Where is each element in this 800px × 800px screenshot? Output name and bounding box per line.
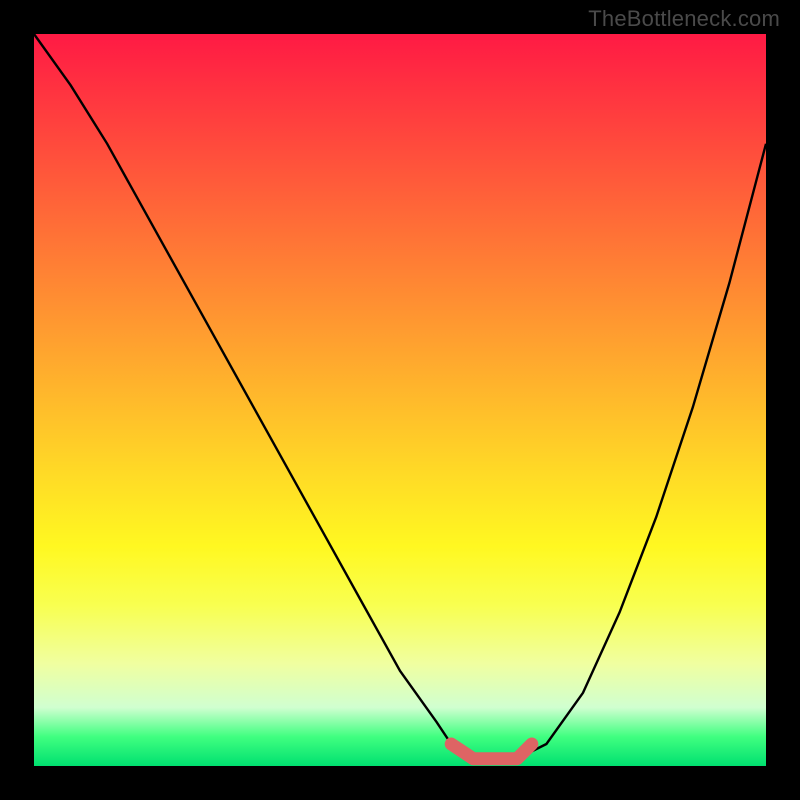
plot-area (34, 34, 766, 766)
optimal-region-marker (451, 744, 532, 759)
bottleneck-curve (34, 34, 766, 759)
chart-svg (34, 34, 766, 766)
watermark-text: TheBottleneck.com (588, 6, 780, 32)
chart-container: TheBottleneck.com (0, 0, 800, 800)
